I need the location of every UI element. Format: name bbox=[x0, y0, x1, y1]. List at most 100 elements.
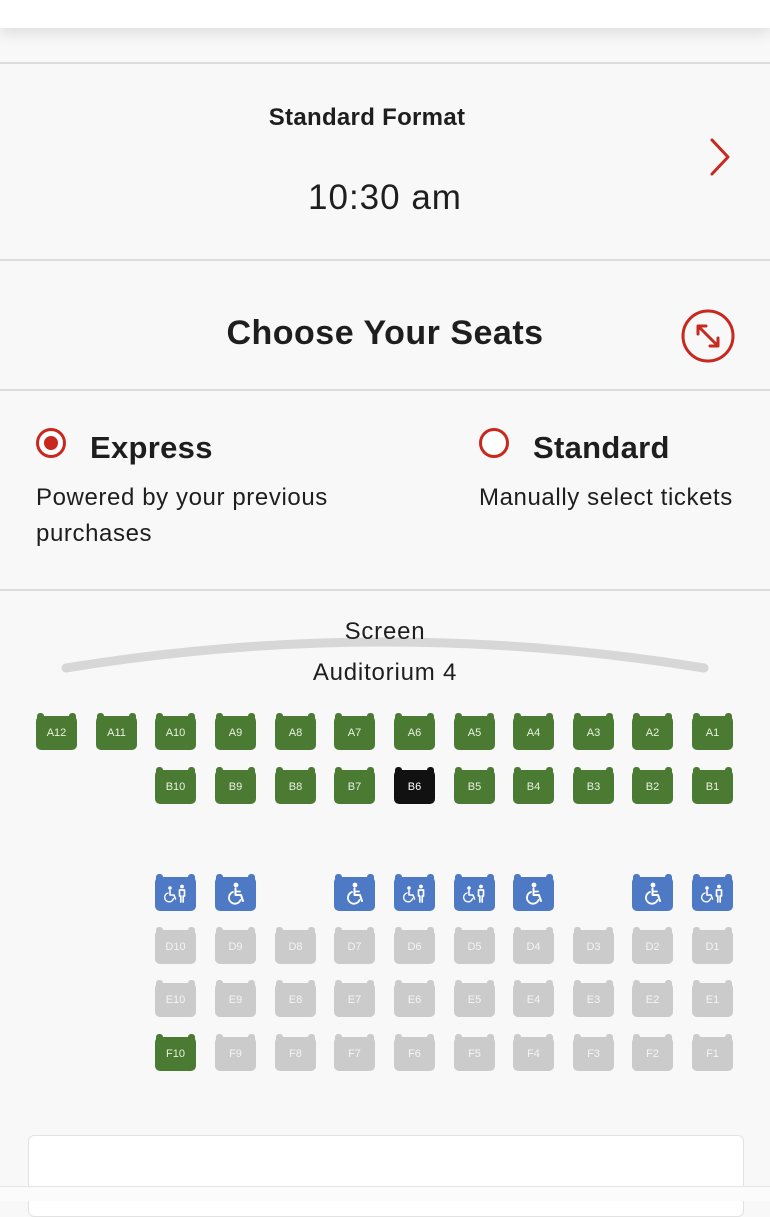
standard-label: Standard bbox=[533, 430, 670, 465]
express-radio[interactable] bbox=[36, 428, 66, 458]
seat-label: F8 bbox=[289, 1048, 302, 1060]
seat-f7[interactable]: F7 bbox=[334, 1034, 375, 1071]
seat-a3[interactable]: A3 bbox=[573, 713, 614, 750]
seat-label: A3 bbox=[586, 727, 601, 739]
wheelchair-companion-icon bbox=[163, 881, 189, 907]
seat-e7[interactable]: E7 bbox=[334, 980, 375, 1017]
seat-d2[interactable]: D2 bbox=[632, 927, 673, 964]
companion-seat[interactable] bbox=[394, 874, 435, 911]
express-description: Powered by your previous purchases bbox=[36, 484, 328, 547]
seat-d4[interactable]: D4 bbox=[513, 927, 554, 964]
seat-b3[interactable]: B3 bbox=[573, 767, 614, 804]
seat-f4[interactable]: F4 bbox=[513, 1034, 554, 1071]
seat-a2[interactable]: A2 bbox=[632, 713, 673, 750]
seat-a8[interactable]: A8 bbox=[275, 713, 316, 750]
seat-a11[interactable]: A11 bbox=[96, 713, 137, 750]
seat-label: A8 bbox=[288, 727, 303, 739]
seat-b7[interactable]: B7 bbox=[334, 767, 375, 804]
seat-e4[interactable]: E4 bbox=[513, 980, 554, 1017]
seat-e3[interactable]: E3 bbox=[573, 980, 614, 1017]
seat-b10[interactable]: B10 bbox=[155, 767, 196, 804]
seat-d9[interactable]: D9 bbox=[215, 927, 256, 964]
seat-label: E1 bbox=[705, 994, 720, 1006]
wheelchair-companion-icon bbox=[402, 881, 428, 907]
screen-label: Screen bbox=[344, 618, 426, 645]
companion-seat[interactable] bbox=[155, 874, 196, 911]
seat-a6[interactable]: A6 bbox=[394, 713, 435, 750]
seat-label: F4 bbox=[527, 1048, 540, 1060]
seat-label: E10 bbox=[165, 994, 186, 1006]
wheelchair-icon bbox=[640, 881, 666, 907]
seat-a9[interactable]: A9 bbox=[215, 713, 256, 750]
seat-label: E6 bbox=[407, 994, 422, 1006]
seat-f5[interactable]: F5 bbox=[454, 1034, 495, 1071]
accessible-seat[interactable] bbox=[632, 874, 673, 911]
seat-label: B6 bbox=[407, 781, 422, 793]
accessible-seat[interactable] bbox=[334, 874, 375, 911]
seat-e6[interactable]: E6 bbox=[394, 980, 435, 1017]
seat-label: B5 bbox=[467, 781, 482, 793]
seat-b9[interactable]: B9 bbox=[215, 767, 256, 804]
seat-d10[interactable]: D10 bbox=[155, 927, 196, 964]
divider bbox=[0, 62, 770, 64]
seat-label: B8 bbox=[288, 781, 303, 793]
seat-label: A2 bbox=[645, 727, 660, 739]
seat-b5[interactable]: B5 bbox=[454, 767, 495, 804]
seat-label: A1 bbox=[705, 727, 720, 739]
seat-d1[interactable]: D1 bbox=[692, 927, 733, 964]
seat-a1[interactable]: A1 bbox=[692, 713, 733, 750]
seat-label: B9 bbox=[228, 781, 243, 793]
seat-a7[interactable]: A7 bbox=[334, 713, 375, 750]
seat-d8[interactable]: D8 bbox=[275, 927, 316, 964]
seat-d7[interactable]: D7 bbox=[334, 927, 375, 964]
seat-b6[interactable]: B6 bbox=[394, 767, 435, 804]
wheelchair-companion-icon bbox=[462, 881, 488, 907]
seat-f2[interactable]: F2 bbox=[632, 1034, 673, 1071]
seat-e2[interactable]: E2 bbox=[632, 980, 673, 1017]
seat-label: D6 bbox=[407, 941, 422, 953]
seat-label: F1 bbox=[706, 1048, 719, 1060]
chevron-right-icon[interactable] bbox=[700, 136, 740, 178]
seat-label: A9 bbox=[228, 727, 243, 739]
companion-seat[interactable] bbox=[454, 874, 495, 911]
seat-e5[interactable]: E5 bbox=[454, 980, 495, 1017]
standard-radio[interactable] bbox=[479, 428, 509, 458]
expand-icon[interactable] bbox=[680, 308, 736, 364]
seat-label: B4 bbox=[526, 781, 541, 793]
seat-b8[interactable]: B8 bbox=[275, 767, 316, 804]
divider bbox=[0, 589, 770, 591]
seat-b1[interactable]: B1 bbox=[692, 767, 733, 804]
seat-e1[interactable]: E1 bbox=[692, 980, 733, 1017]
seat-b2[interactable]: B2 bbox=[632, 767, 673, 804]
seat-label: F9 bbox=[229, 1048, 242, 1060]
seat-label: D7 bbox=[347, 941, 362, 953]
seat-a4[interactable]: A4 bbox=[513, 713, 554, 750]
seat-f3[interactable]: F3 bbox=[573, 1034, 614, 1071]
seat-selection-title: Choose Your Seats bbox=[226, 314, 544, 352]
seat-e8[interactable]: E8 bbox=[275, 980, 316, 1017]
seat-label: E3 bbox=[586, 994, 601, 1006]
seat-d6[interactable]: D6 bbox=[394, 927, 435, 964]
seat-d5[interactable]: D5 bbox=[454, 927, 495, 964]
seat-label: D3 bbox=[586, 941, 601, 953]
seat-a12[interactable]: A12 bbox=[36, 713, 77, 750]
seat-e10[interactable]: E10 bbox=[155, 980, 196, 1017]
seat-d3[interactable]: D3 bbox=[573, 927, 614, 964]
seat-f10[interactable]: F10 bbox=[155, 1034, 196, 1071]
seat-a5[interactable]: A5 bbox=[454, 713, 495, 750]
companion-seat[interactable] bbox=[692, 874, 733, 911]
seat-label: E8 bbox=[288, 994, 303, 1006]
seat-f9[interactable]: F9 bbox=[215, 1034, 256, 1071]
seat-f1[interactable]: F1 bbox=[692, 1034, 733, 1071]
bottom-bar bbox=[0, 1186, 770, 1201]
seat-label: B1 bbox=[705, 781, 720, 793]
seat-f6[interactable]: F6 bbox=[394, 1034, 435, 1071]
seat-label: F5 bbox=[468, 1048, 481, 1060]
accessible-seat[interactable] bbox=[513, 874, 554, 911]
seat-f8[interactable]: F8 bbox=[275, 1034, 316, 1071]
accessible-seat[interactable] bbox=[215, 874, 256, 911]
seat-a10[interactable]: A10 bbox=[155, 713, 196, 750]
divider bbox=[0, 259, 770, 261]
seat-e9[interactable]: E9 bbox=[215, 980, 256, 1017]
seat-b4[interactable]: B4 bbox=[513, 767, 554, 804]
